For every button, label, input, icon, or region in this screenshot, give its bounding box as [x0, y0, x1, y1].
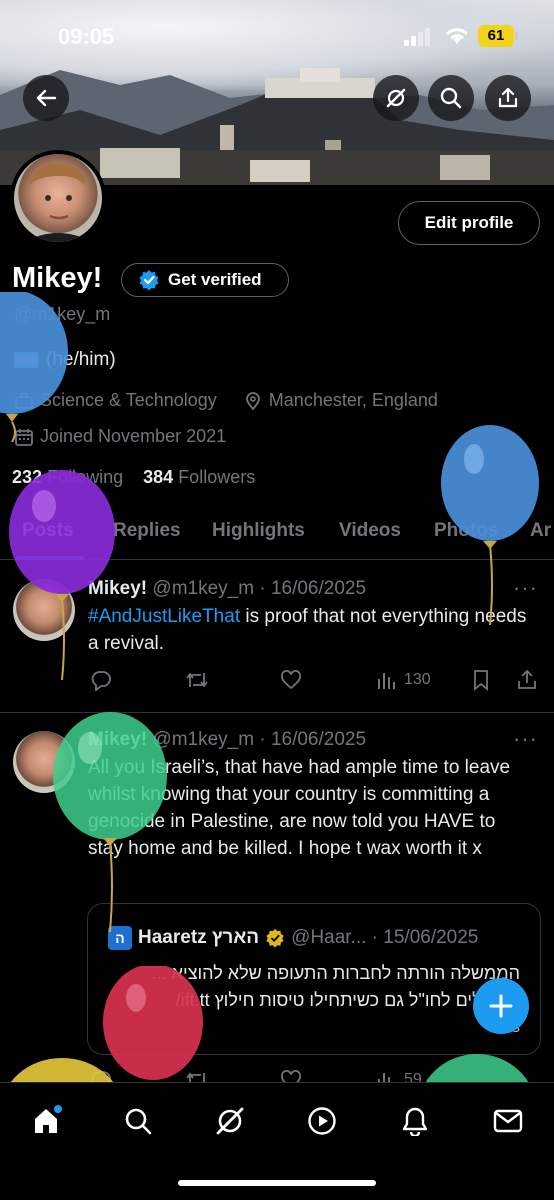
battery-indicator: 61: [478, 25, 518, 47]
profile-category: Science & Technology Manchester, England: [14, 390, 438, 411]
grok-icon: [216, 1107, 244, 1135]
nav-messages[interactable]: [488, 1101, 528, 1141]
back-button[interactable]: [23, 75, 69, 121]
location-pin-icon: [245, 391, 260, 410]
nav-home[interactable]: [26, 1101, 66, 1141]
back-arrow-icon: [36, 89, 57, 107]
post-meta: @m1key_m · 16/06/2025: [152, 729, 367, 750]
followers-link[interactable]: 384 Followers: [143, 467, 255, 487]
post-avatar[interactable]: [13, 731, 75, 793]
cellular-signal-icon: [404, 28, 430, 46]
bookmark-button[interactable]: [471, 669, 491, 691]
share-icon: [518, 669, 536, 689]
joined-text: Joined November 2021: [40, 426, 227, 446]
profile-tabs: Posts Replies Highlights Videos Photos A…: [0, 506, 554, 560]
quoted-post[interactable]: ה Haaretz הארץ @Haar... · 15/06/2025 הממ…: [87, 903, 541, 1055]
followers-label: Followers: [178, 467, 256, 487]
quote-text: הממשלה הורתה לחברות התעופה שלא להוציא ..…: [151, 963, 520, 1010]
tab-photos[interactable]: Photos: [434, 520, 498, 542]
active-tab-indicator: [16, 556, 84, 560]
views-button[interactable]: 130: [376, 669, 431, 691]
follow-stats: 232 Following 384 Followers: [12, 467, 255, 488]
following-label: Following: [47, 467, 124, 487]
get-verified-label: Get verified: [168, 270, 262, 289]
post-header: Mikey! @m1key_m · 16/06/2025: [88, 729, 366, 751]
quote-meta: @Haar... · 15/06/2025: [291, 927, 479, 948]
post-hashtag[interactable]: #AndJustLikeThat: [88, 606, 240, 627]
repost-icon: [186, 673, 208, 687]
profile-joined: Joined November 2021: [14, 426, 226, 447]
grok-icon: [386, 88, 406, 108]
post-author-name: Mikey!: [88, 578, 148, 599]
haaretz-logo-icon: ה: [108, 926, 132, 950]
bookmark-icon: [474, 670, 488, 691]
play-circle-icon: [308, 1107, 336, 1135]
mail-icon: [493, 1109, 523, 1133]
tab-posts[interactable]: Posts: [22, 520, 74, 542]
like-button[interactable]: [280, 669, 302, 691]
profile-name: Mikey!: [12, 262, 103, 294]
bell-icon: [402, 1107, 428, 1136]
tab-highlights[interactable]: Highlights: [212, 520, 305, 542]
reply-icon: [91, 671, 111, 691]
share-icon: [498, 87, 518, 108]
reply-button[interactable]: [90, 669, 112, 691]
gold-verified-badge-icon: [266, 928, 284, 948]
post-actions: 130: [88, 669, 542, 695]
trans-flag-icon: [14, 352, 38, 368]
wifi-icon: [445, 28, 469, 44]
profile-handle: @m1key_m: [14, 304, 111, 324]
views-icon: [378, 673, 395, 689]
post-author-name: Mikey!: [88, 729, 148, 750]
nav-search[interactable]: [118, 1101, 158, 1141]
post-meta: @m1key_m · 16/06/2025: [152, 578, 367, 599]
tab-videos[interactable]: Videos: [339, 520, 401, 542]
briefcase-icon: [15, 392, 33, 409]
tab-articles[interactable]: Ar: [530, 520, 551, 542]
search-icon: [125, 1108, 152, 1135]
heart-icon: [281, 670, 301, 690]
quote-author-name: Haaretz הארץ: [138, 927, 260, 948]
more-options-icon[interactable]: ···: [513, 726, 538, 752]
location-text: Manchester, England: [268, 390, 438, 410]
plus-icon: [489, 994, 513, 1018]
views-count: 130: [404, 671, 431, 688]
post-text: All you Israeli’s, that have had ample t…: [88, 757, 511, 859]
more-options-icon[interactable]: ···: [513, 575, 538, 601]
share-button[interactable]: [485, 75, 531, 121]
post-header: Mikey! @m1key_m · 16/06/2025: [88, 578, 366, 600]
nav-notifications[interactable]: [395, 1101, 435, 1141]
status-time: 09:05: [58, 24, 115, 49]
pronouns-text: (he/him): [46, 349, 116, 370]
following-link[interactable]: 232 Following: [12, 467, 123, 487]
quote-header: ה Haaretz הארץ @Haar... · 15/06/2025: [108, 926, 478, 950]
search-icon: [440, 87, 462, 109]
edit-profile-button[interactable]: Edit profile: [398, 201, 540, 245]
verified-badge-icon: [139, 270, 159, 291]
calendar-icon: [15, 428, 33, 446]
post-text: #AndJustLikeThat is proof that not every…: [88, 603, 538, 657]
category-text: Science & Technology: [40, 390, 217, 410]
post-item[interactable]: Mikey! @m1key_m · 16/06/2025 ··· #AndJus…: [0, 561, 554, 713]
nav-grok[interactable]: [210, 1101, 250, 1141]
post-avatar[interactable]: [13, 579, 75, 641]
share-post-button[interactable]: [516, 669, 538, 691]
nav-video[interactable]: [302, 1101, 342, 1141]
repost-button[interactable]: [185, 669, 209, 691]
following-count: 232: [12, 467, 43, 487]
profile-avatar[interactable]: [10, 150, 106, 246]
followers-count: 384: [143, 467, 174, 487]
grok-button[interactable]: [373, 75, 419, 121]
profile-bio: (he/him): [14, 349, 116, 371]
get-verified-button[interactable]: Get verified: [121, 263, 289, 297]
search-button[interactable]: [428, 75, 474, 121]
compose-post-button[interactable]: [473, 978, 529, 1034]
status-bar: 09:05 61: [0, 0, 554, 70]
tab-replies[interactable]: Replies: [113, 520, 181, 542]
home-indicator[interactable]: [178, 1180, 376, 1186]
notification-dot: [54, 1105, 62, 1113]
